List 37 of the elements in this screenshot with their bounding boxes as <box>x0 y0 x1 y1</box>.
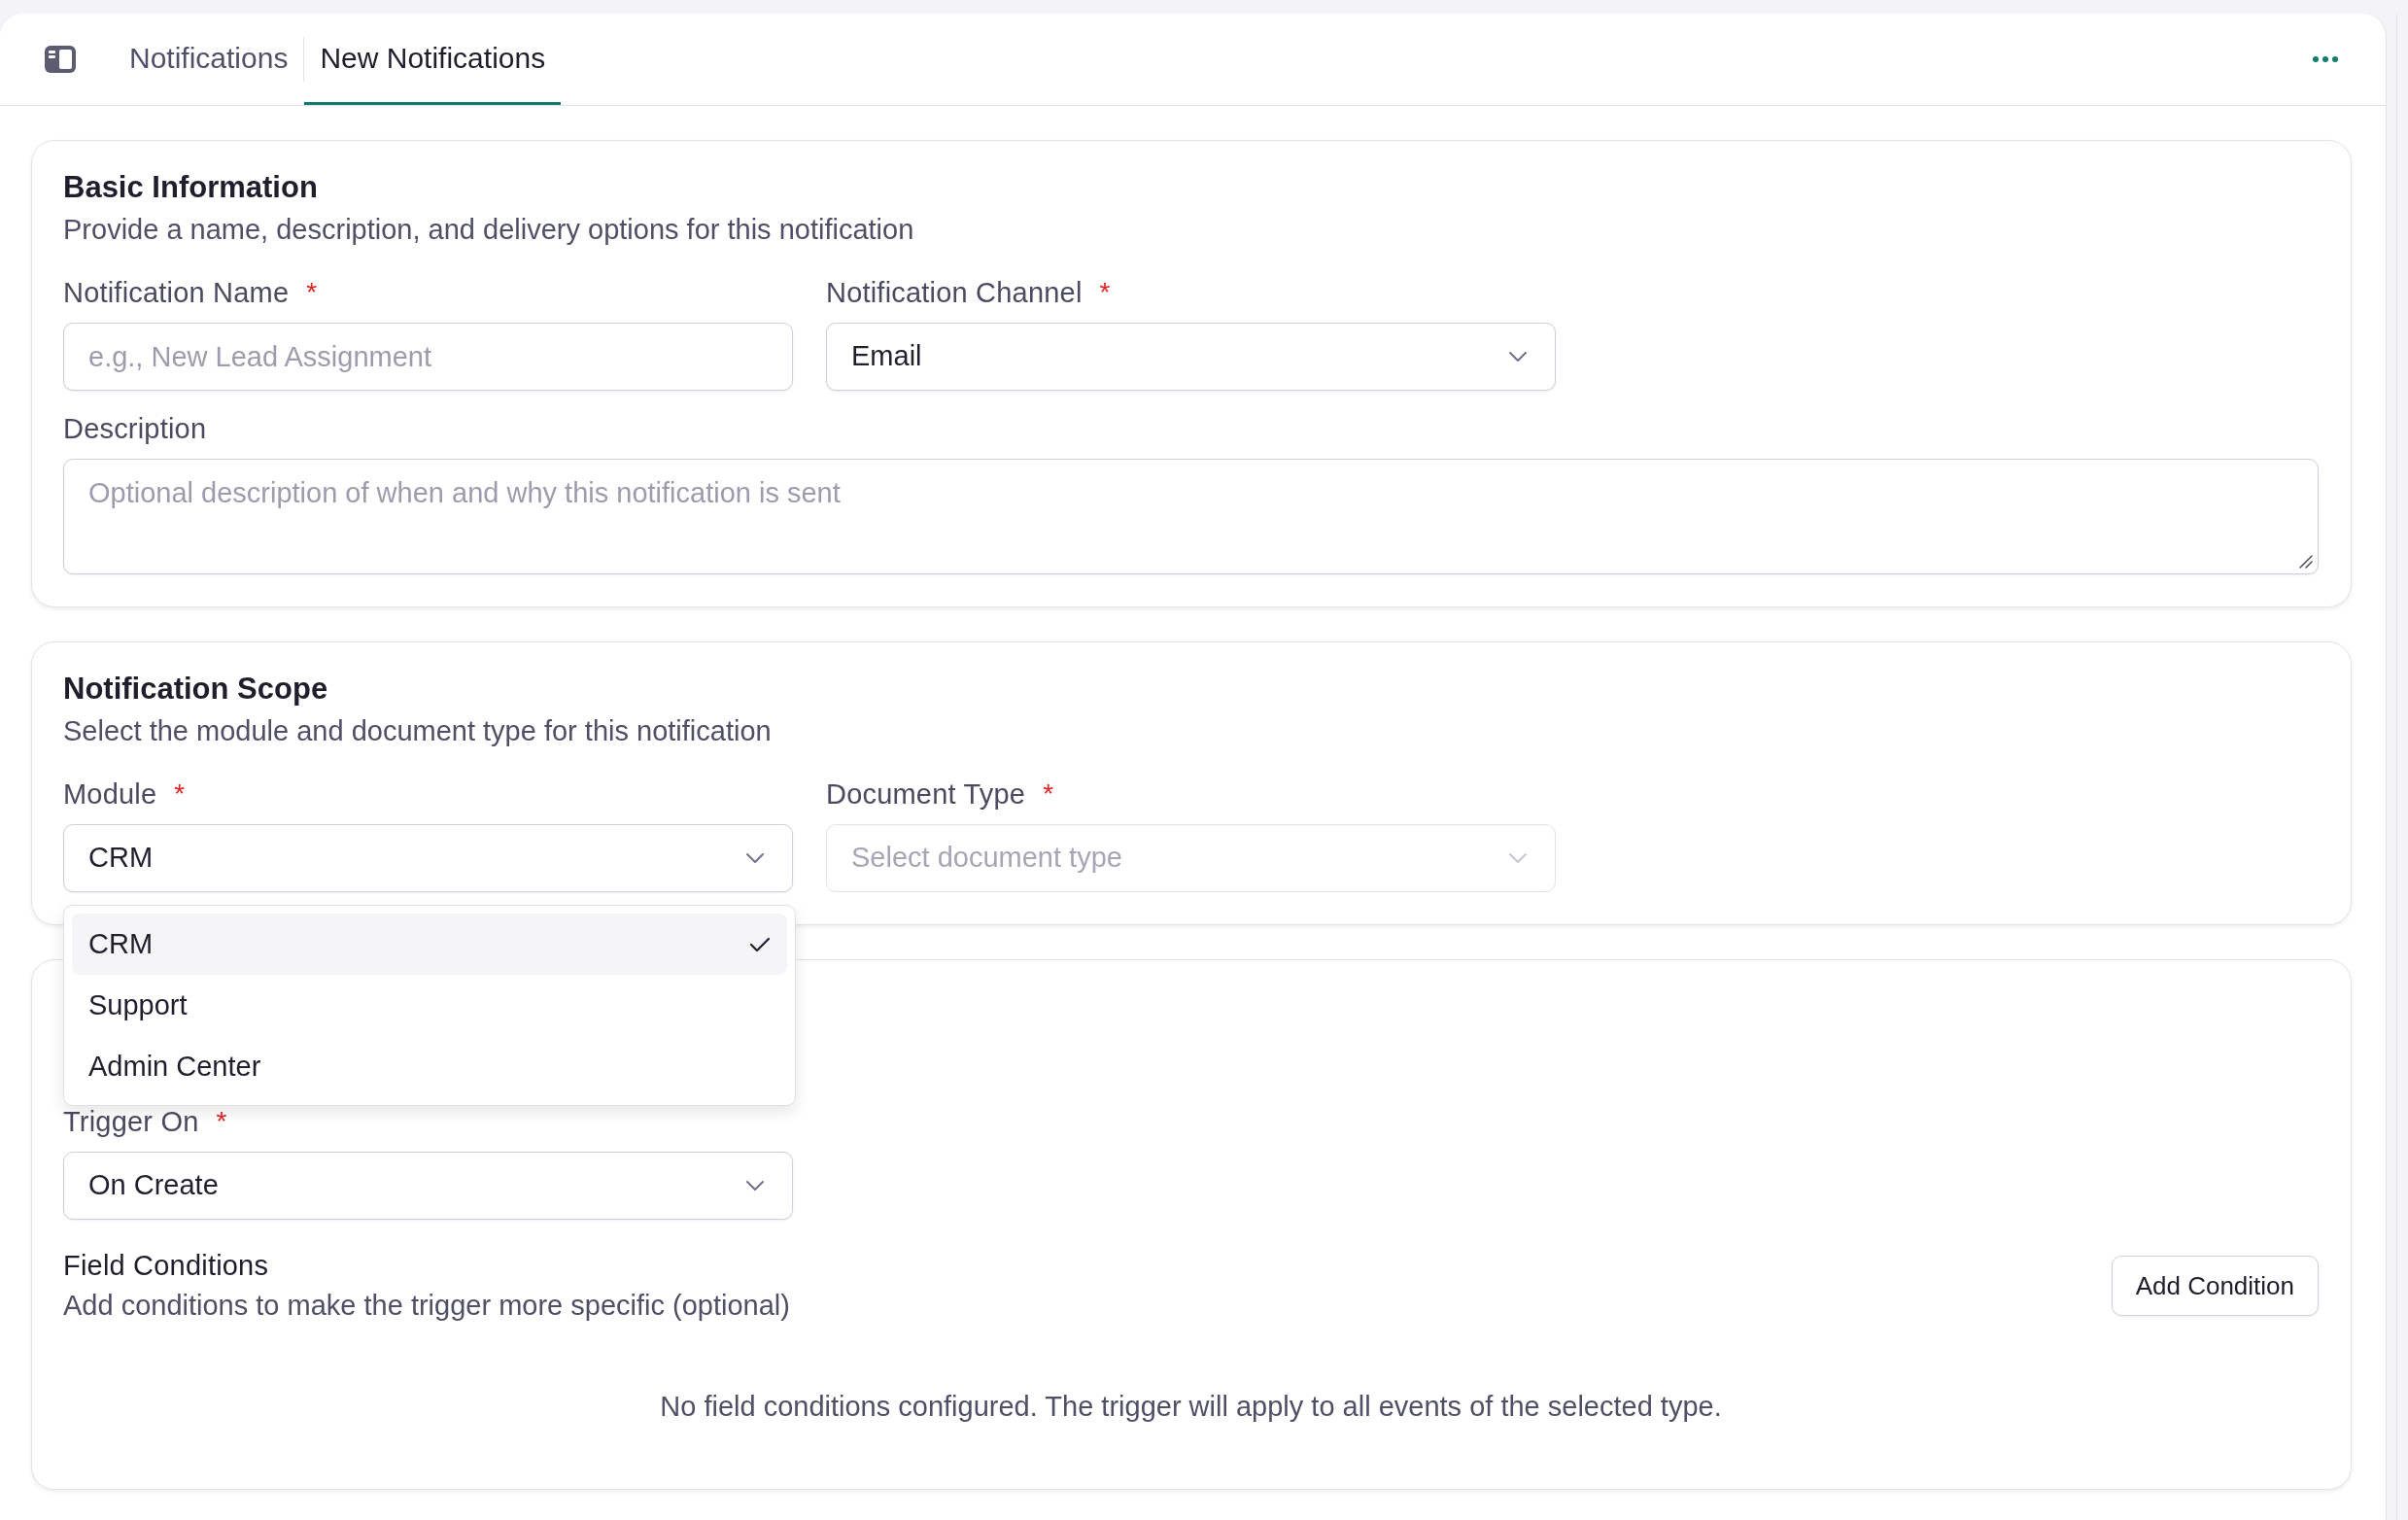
section-title: Notification Scope <box>63 672 329 707</box>
select-field[interactable]: Email <box>826 323 1556 391</box>
required-mark: * <box>1099 276 1111 309</box>
description-field[interactable]: Optional description of when and why this notification is sent <box>63 459 2319 574</box>
field-label: Description <box>63 412 207 445</box>
more-options-icon[interactable] <box>2313 56 2338 62</box>
chevron-down-icon <box>745 852 765 864</box>
required-mark: * <box>216 1105 227 1138</box>
dropdown-option[interactable]: CRM <box>72 914 787 975</box>
check-icon <box>749 936 771 952</box>
text-input-field[interactable]: e.g., New Lead Assignment <box>63 323 793 391</box>
chevron-down-icon <box>745 1180 765 1192</box>
field-label: Module <box>63 777 157 811</box>
field-label: Trigger On <box>63 1105 199 1138</box>
select-field[interactable]: On Create <box>63 1152 793 1220</box>
chevron-down-icon <box>1508 852 1528 864</box>
field-label: Notification Channel <box>826 276 1083 309</box>
subsection-description: Add conditions to make the trigger more specific (optional) <box>63 1289 790 1322</box>
required-mark: * <box>174 777 186 811</box>
field-label: Document Type <box>826 777 1026 811</box>
add-condition-button[interactable]: Add Condition <box>2111 1256 2319 1316</box>
resize-handle-icon <box>2299 555 2313 569</box>
select-field[interactable]: CRM <box>63 824 793 892</box>
field-label: Notification Name <box>63 276 290 309</box>
tab[interactable]: Notifications <box>114 14 304 105</box>
required-mark: * <box>306 276 318 309</box>
sidebar-icon[interactable] <box>45 46 76 73</box>
empty-state-message: No field conditions configured. The trigger will apply to all events of the selected type. <box>659 1390 1723 1423</box>
tab[interactable]: New Notifications <box>304 14 562 105</box>
section-description: Select the module and document type for this notification <box>63 714 773 747</box>
subsection-title: Field Conditions <box>63 1249 270 1282</box>
dropdown-option[interactable]: Support <box>72 975 787 1036</box>
required-mark: * <box>1043 777 1054 811</box>
chevron-down-icon <box>1508 351 1528 363</box>
section-description: Provide a name, description, and delivery options for this notification <box>63 213 915 246</box>
section-title: Basic Information <box>63 170 319 205</box>
dropdown-option[interactable]: Admin Center <box>72 1036 787 1097</box>
